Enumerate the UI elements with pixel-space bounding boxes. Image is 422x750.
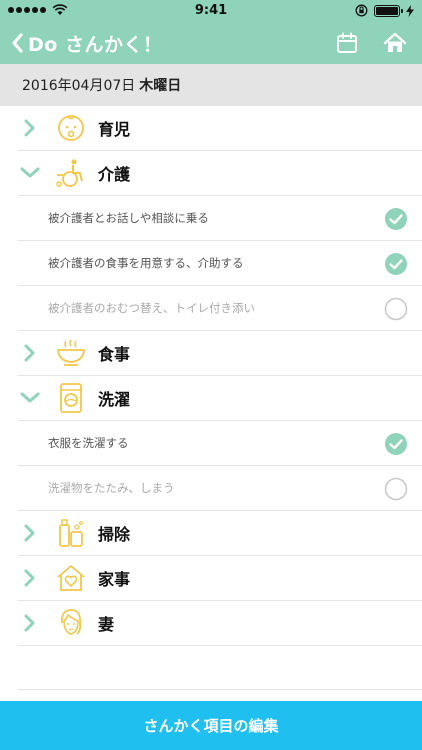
task-label: 被介護者とお話しや相談に乗る (48, 211, 209, 225)
chevron-right-icon (18, 116, 42, 140)
category-row-housework[interactable]: 家事 (18, 556, 422, 601)
charging-icon (406, 4, 414, 17)
category-list: 育児 介護 被介護者とお話しや相談に乗る 被介護者の食事を用意する、介助する 被… (0, 106, 422, 646)
task-row[interactable]: 被介護者のおむつ替え、トイレ付き添い (18, 286, 422, 331)
navigation-bar: Do さんかく！ (0, 22, 422, 64)
category-row-childcare[interactable]: 育児 (18, 106, 422, 151)
category-label: 育児 (98, 120, 131, 139)
category-row-wife[interactable]: 妻 (18, 601, 422, 646)
task-label: 衣服を洗濯する (48, 436, 129, 450)
status-bar: 9:41 (0, 0, 422, 22)
checked-circle-icon[interactable] (384, 252, 408, 276)
chevron-down-icon (18, 386, 42, 410)
chevron-right-icon (18, 611, 42, 635)
category-label: 食事 (98, 345, 131, 364)
checked-circle-icon[interactable] (384, 432, 408, 456)
back-button[interactable]: Do さんかく！ (10, 28, 162, 58)
category-label: 妻 (98, 615, 115, 634)
category-label: 家事 (98, 570, 131, 589)
chevron-right-icon (18, 566, 42, 590)
task-row[interactable]: 被介護者の食事を用意する、介助する (18, 241, 422, 286)
wheelchair-icon (54, 156, 88, 190)
category-row-meal[interactable]: 食事 (18, 331, 422, 376)
chevron-left-icon (12, 33, 23, 53)
home-icon (383, 32, 407, 52)
category-label: 介護 (98, 165, 131, 184)
task-row[interactable]: 洗濯物をたたみ、しまう (18, 466, 422, 511)
battery-icon (374, 4, 403, 17)
date-header: 2016年04月07日 木曜日 (0, 64, 422, 106)
edit-items-button[interactable]: さんかく項目の編集 (0, 701, 422, 750)
date-weekday: 木曜日 (139, 78, 182, 94)
wife-icon (54, 606, 88, 640)
task-row[interactable]: 衣服を洗濯する (18, 421, 422, 466)
category-row-caregiving[interactable]: 介護 (18, 151, 422, 196)
empty-circle-icon[interactable] (384, 297, 408, 321)
washing-machine-icon (54, 381, 88, 415)
category-label: 掃除 (98, 525, 131, 544)
chevron-down-icon (18, 161, 42, 185)
task-row[interactable]: 被介護者とお話しや相談に乗る (18, 196, 422, 241)
status-right (355, 4, 414, 17)
cleaning-bottles-icon (54, 516, 88, 550)
home-button[interactable] (382, 30, 408, 56)
task-label: 被介護者のおむつ替え、トイレ付き添い (48, 301, 255, 315)
nav-actions (334, 30, 408, 56)
task-label: 洗濯物をたたみ、しまう (48, 481, 175, 495)
calendar-button[interactable] (334, 30, 360, 56)
baby-icon (54, 111, 88, 145)
orientation-lock-icon (355, 4, 368, 17)
nav-title: Do さんかく！ (28, 33, 163, 56)
list-divider (18, 689, 422, 690)
chevron-right-icon (18, 341, 42, 365)
category-label: 洗濯 (98, 390, 131, 409)
house-heart-icon (54, 561, 88, 595)
bowl-icon (54, 336, 88, 370)
checked-circle-icon[interactable] (384, 207, 408, 231)
empty-circle-icon[interactable] (384, 477, 408, 501)
calendar-icon (337, 32, 357, 53)
date-text: 2016年04月07日 (22, 78, 136, 94)
category-row-cleaning[interactable]: 掃除 (18, 511, 422, 556)
task-label: 被介護者の食事を用意する、介助する (48, 256, 244, 270)
chevron-right-icon (18, 521, 42, 545)
category-row-laundry[interactable]: 洗濯 (18, 376, 422, 421)
